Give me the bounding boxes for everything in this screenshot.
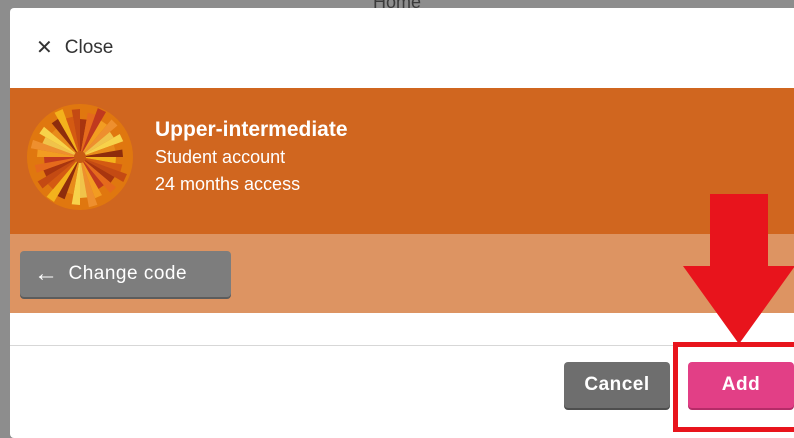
- access-duration: 24 months access: [155, 174, 301, 194]
- close-button[interactable]: ✕ Close: [10, 8, 113, 88]
- change-code-button[interactable]: ← Change code: [20, 251, 231, 297]
- close-label: Close: [64, 37, 114, 58]
- cancel-button[interactable]: Cancel: [564, 362, 670, 408]
- close-icon: ✕: [36, 37, 53, 59]
- course-logo-icon: [27, 104, 133, 210]
- product-level: Upper-intermediate: [155, 118, 348, 141]
- product-header: Upper-intermediate Student account 24 mo…: [10, 88, 794, 234]
- footer-divider: [10, 345, 794, 346]
- add-button[interactable]: Add: [688, 362, 794, 408]
- change-code-band: ← Change code: [10, 234, 794, 313]
- change-code-label: Change code: [68, 263, 188, 284]
- add-code-modal: ✕ Close Upper-intermediate Student accou…: [10, 8, 794, 438]
- account-type: Student account: [155, 147, 286, 167]
- arrow-left-icon: ←: [34, 260, 59, 287]
